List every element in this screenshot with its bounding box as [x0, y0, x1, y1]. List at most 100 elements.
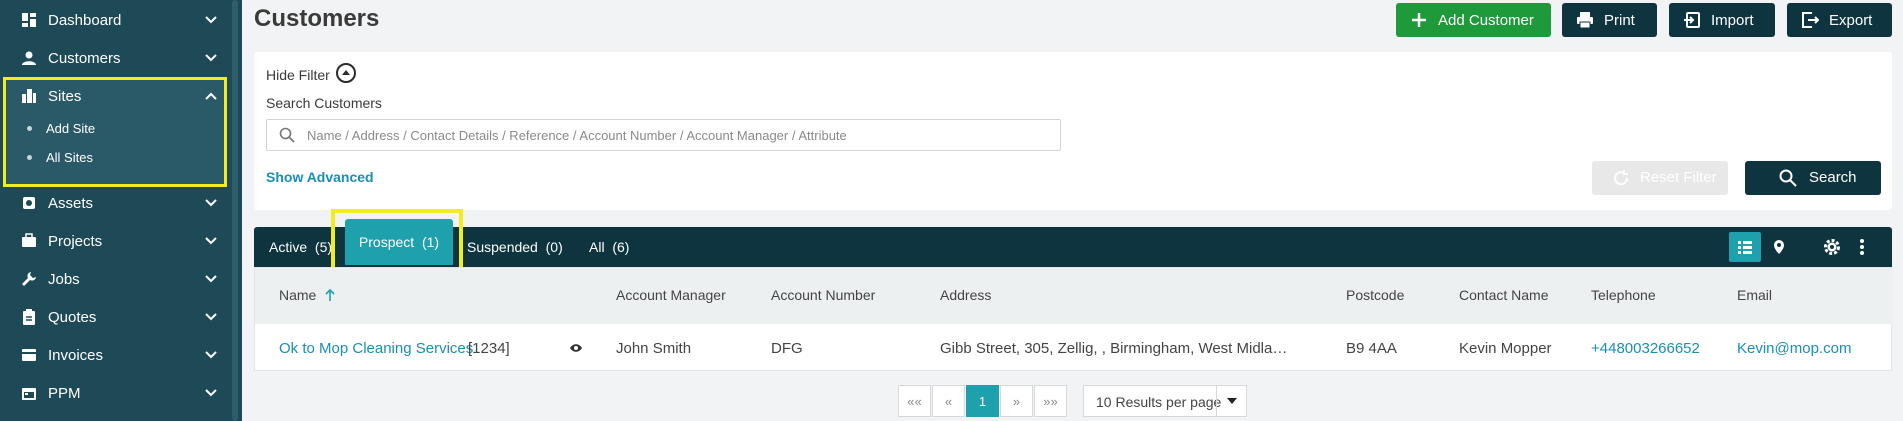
prospect-highlight-box: [331, 209, 463, 272]
sidebar-item-label: Invoices: [48, 346, 104, 364]
column-header-name[interactable]: Name: [279, 287, 316, 303]
sidebar-subitem-all-sites[interactable]: All Sites: [0, 143, 225, 171]
chevron-down-icon: [205, 351, 217, 359]
plus-icon: [1412, 13, 1426, 27]
sidebar-item-ppm[interactable]: PPM: [0, 374, 230, 412]
print-button[interactable]: Print: [1562, 3, 1657, 37]
list-view-button[interactable]: [1729, 232, 1761, 262]
calendar-icon: [20, 384, 38, 402]
refresh-icon: [1614, 170, 1629, 186]
import-icon: [1684, 12, 1700, 28]
search-button-label: Search: [1809, 169, 1857, 186]
export-label: Export: [1829, 11, 1873, 29]
page-title: Customers: [254, 5, 380, 32]
sidebar-item-assets[interactable]: Assets: [0, 184, 230, 222]
import-label: Import: [1711, 11, 1754, 29]
column-header-postcode[interactable]: Postcode: [1346, 287, 1404, 303]
wrench-icon: [20, 270, 38, 288]
results-per-page-value: 10 Results per page: [1096, 394, 1222, 410]
export-button[interactable]: Export: [1787, 3, 1892, 37]
prev-page-button[interactable]: «: [932, 385, 965, 417]
column-header-account-manager[interactable]: Account Manager: [616, 287, 726, 303]
reset-filter-button[interactable]: Reset Filter: [1592, 161, 1728, 195]
tab-count: (5): [314, 239, 333, 255]
show-advanced-link[interactable]: Show Advanced: [266, 169, 374, 185]
postcode-cell: B9 4AA: [1346, 340, 1397, 357]
dashboard-icon: [20, 11, 38, 29]
building-icon: [20, 87, 38, 105]
column-header-address[interactable]: Address: [940, 287, 991, 303]
next-page-button[interactable]: »: [1000, 385, 1033, 417]
sidebar-subitem-label: All Sites: [46, 149, 93, 165]
tab-all[interactable]: All (6): [589, 227, 629, 267]
chevron-down-icon: [205, 16, 217, 24]
sidebar-item-quotes[interactable]: Quotes: [0, 298, 230, 336]
results-per-page-select[interactable]: 10 Results per page: [1083, 385, 1247, 417]
clipboard-icon: [20, 308, 38, 326]
sidebar: Dashboard Customers Sites Add Site All S…: [0, 0, 242, 421]
invoice-icon: [20, 346, 38, 364]
sort-ascending-icon[interactable]: [324, 288, 336, 302]
map-view-button[interactable]: [1763, 232, 1795, 262]
search-customers-label: Search Customers: [266, 95, 382, 111]
more-options-button[interactable]: [1850, 232, 1874, 262]
chevron-down-icon: [205, 54, 217, 62]
print-label: Print: [1604, 11, 1635, 29]
sidebar-item-jobs[interactable]: Jobs: [0, 260, 230, 298]
account-manager-cell: John Smith: [616, 340, 692, 357]
gear-icon: [1824, 239, 1840, 255]
person-icon: [20, 49, 38, 67]
add-customer-label: Add Customer: [1438, 11, 1534, 29]
tab-active[interactable]: Active (5): [269, 227, 332, 267]
list-icon: [1738, 241, 1752, 254]
asset-icon: [20, 194, 38, 212]
printer-icon: [1577, 12, 1593, 29]
eye-icon[interactable]: [569, 343, 583, 353]
bullet-icon: [27, 125, 32, 131]
sidebar-item-projects[interactable]: Projects: [0, 222, 230, 260]
customer-name-link[interactable]: Ok to Mop Cleaning Services: [279, 340, 473, 357]
first-page-button[interactable]: ««: [898, 385, 931, 417]
add-customer-button[interactable]: Add Customer: [1396, 3, 1551, 37]
column-header-telephone[interactable]: Telephone: [1591, 287, 1656, 303]
sidebar-item-label: Projects: [48, 232, 103, 250]
sidebar-item-label: Jobs: [48, 270, 80, 288]
column-header-email[interactable]: Email: [1737, 287, 1772, 303]
sidebar-item-sites[interactable]: Sites: [0, 77, 230, 115]
tab-label: Active: [269, 239, 308, 255]
sidebar-item-customers[interactable]: Customers: [0, 39, 230, 77]
kebab-menu-icon: [1860, 239, 1864, 255]
address-cell: Gibb Street, 305, Zellig, , Birmingham, …: [940, 340, 1288, 357]
search-customers-field[interactable]: [266, 119, 1061, 151]
status-tabs-bar: Active (5) Prospect (1) Suspended (0) Al…: [254, 219, 1892, 267]
tab-count: (6): [612, 239, 630, 255]
search-customers-input[interactable]: [307, 120, 1047, 150]
tab-label: All: [589, 239, 605, 255]
sidebar-item-label: PPM: [48, 384, 81, 402]
column-header-account-number[interactable]: Account Number: [771, 287, 875, 303]
sidebar-item-invoices[interactable]: Invoices: [0, 336, 230, 374]
settings-button[interactable]: [1816, 232, 1848, 262]
sidebar-subitem-add-site[interactable]: Add Site: [0, 114, 225, 142]
bullet-icon: [27, 154, 32, 160]
chevron-down-icon: [205, 237, 217, 245]
sidebar-item-label: Dashboard: [48, 11, 122, 29]
briefcase-icon: [20, 232, 38, 250]
column-header-contact-name[interactable]: Contact Name: [1459, 287, 1548, 303]
search-button[interactable]: Search: [1745, 161, 1881, 195]
sidebar-scrollbar[interactable]: [232, 0, 238, 421]
email-link[interactable]: Kevin@mop.com: [1737, 340, 1851, 357]
sidebar-subitem-label: Add Site: [46, 120, 96, 136]
reset-filter-label: Reset Filter: [1640, 169, 1717, 186]
page-1-button[interactable]: 1: [966, 385, 999, 417]
chevron-down-icon: [205, 313, 217, 321]
telephone-link[interactable]: +448003266652: [1591, 340, 1700, 357]
hide-filter-link[interactable]: Hide Filter: [266, 67, 330, 83]
chevron-up-circle-icon[interactable]: [336, 63, 356, 83]
import-button[interactable]: Import: [1669, 3, 1775, 37]
account-number-cell: DFG: [771, 340, 803, 357]
sidebar-item-dashboard[interactable]: Dashboard: [0, 1, 230, 39]
chevron-up-icon: [205, 92, 217, 100]
last-page-button[interactable]: »»: [1034, 385, 1067, 417]
tab-suspended[interactable]: Suspended (0): [467, 227, 563, 267]
